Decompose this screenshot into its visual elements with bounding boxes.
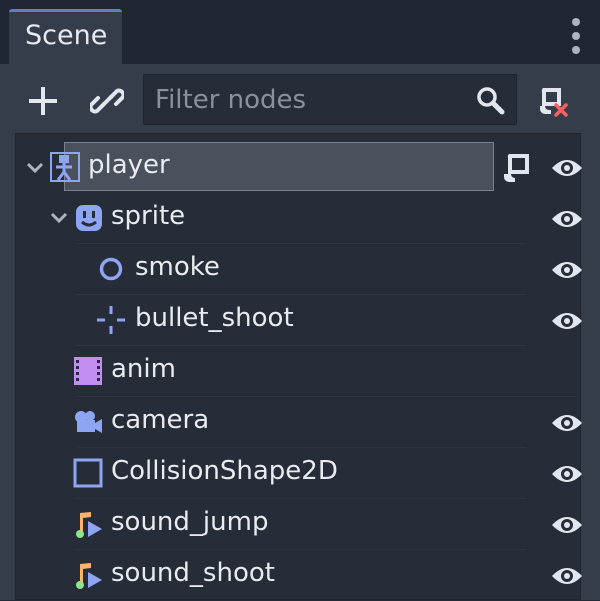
- node-label: smoke: [135, 252, 220, 282]
- eye-icon[interactable]: [551, 208, 583, 230]
- tree-row-anim[interactable]: anim: [16, 346, 600, 397]
- node-label: player: [88, 150, 170, 180]
- tree-row-bullet-shoot[interactable]: bullet_shoot: [16, 295, 600, 346]
- kinematic-body-icon: [50, 152, 80, 182]
- instance-scene-button[interactable]: [88, 84, 126, 118]
- tree-row-sound-jump[interactable]: sound_jump: [16, 499, 600, 550]
- audio-player-icon: [76, 512, 102, 538]
- link-icon: [88, 88, 126, 114]
- dock-menu-icon[interactable]: [566, 16, 586, 56]
- scene-tree: player sprite smoke bullet_shoot anim ca…: [15, 133, 582, 600]
- tree-row-sound-shoot[interactable]: sound_shoot: [16, 550, 600, 601]
- sprite-icon: [76, 205, 102, 231]
- node-label: anim: [111, 354, 176, 384]
- node-label: CollisionShape2D: [111, 456, 338, 486]
- eye-icon[interactable]: [551, 565, 583, 587]
- eye-icon[interactable]: [551, 412, 583, 434]
- chevron-down-icon[interactable]: [50, 211, 68, 225]
- tree-row-collisionshape2d[interactable]: CollisionShape2D: [16, 448, 600, 499]
- camera-icon: [75, 411, 102, 433]
- particles-icon: [99, 257, 123, 281]
- chevron-down-icon[interactable]: [26, 161, 44, 175]
- plus-icon: [29, 87, 57, 115]
- eye-icon[interactable]: [551, 310, 583, 332]
- tree-row-smoke[interactable]: smoke: [16, 244, 600, 295]
- filter-nodes-field[interactable]: [143, 74, 517, 125]
- script-icon[interactable]: [503, 152, 533, 184]
- tree-row-camera[interactable]: camera: [16, 397, 600, 448]
- eye-icon[interactable]: [551, 463, 583, 485]
- node-label: sound_jump: [111, 507, 269, 537]
- filter-nodes-input[interactable]: [155, 82, 465, 118]
- node-label: sound_shoot: [111, 558, 275, 588]
- tab-scene[interactable]: Scene: [9, 9, 122, 65]
- search-icon: [477, 87, 505, 115]
- script-remove-icon: [540, 88, 568, 117]
- animation-player-icon: [74, 357, 102, 385]
- node-label: bullet_shoot: [135, 303, 294, 333]
- eye-icon[interactable]: [551, 157, 583, 179]
- position2d-icon: [97, 306, 125, 334]
- node-label: sprite: [111, 201, 186, 231]
- detach-script-button[interactable]: [537, 84, 571, 118]
- node-label: camera: [111, 405, 210, 435]
- tree-row-sprite[interactable]: sprite: [16, 193, 600, 244]
- tree-row-player[interactable]: player: [16, 142, 600, 193]
- tab-scene-label: Scene: [25, 20, 108, 51]
- collision-shape-icon: [73, 458, 103, 488]
- eye-icon[interactable]: [551, 259, 583, 281]
- eye-icon[interactable]: [551, 514, 583, 536]
- add-node-button[interactable]: [26, 84, 60, 118]
- audio-player-icon: [76, 563, 102, 589]
